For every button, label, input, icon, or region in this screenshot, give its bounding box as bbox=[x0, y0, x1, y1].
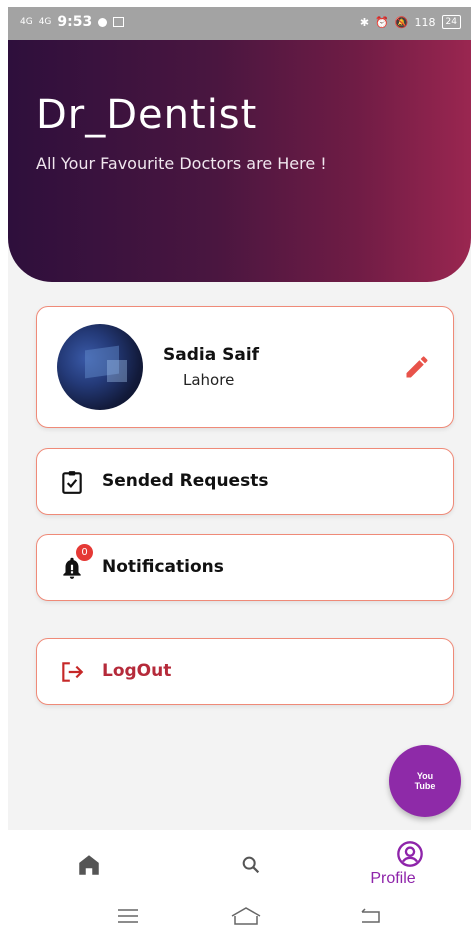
logout-button[interactable]: LogOut bbox=[36, 638, 454, 705]
notifications-button[interactable]: 0 Notifications bbox=[36, 534, 454, 601]
edit-profile-button[interactable] bbox=[403, 353, 431, 381]
home-system-button[interactable] bbox=[226, 904, 266, 928]
profile-card[interactable]: Sadia Saif Lahore bbox=[36, 306, 454, 428]
nav-home[interactable] bbox=[8, 830, 162, 898]
header-banner: Dr_Dentist All Your Favourite Doctors ar… bbox=[8, 40, 471, 282]
logout-icon bbox=[62, 662, 84, 682]
app-title: Dr_Dentist bbox=[36, 92, 258, 138]
battery-level: 24 bbox=[445, 17, 457, 27]
youtube-icon-line2: Tube bbox=[414, 781, 436, 791]
back-icon bbox=[361, 908, 380, 923]
notification-count-badge: 0 bbox=[76, 544, 93, 561]
logout-label: LogOut bbox=[102, 661, 172, 681]
bluetooth-icon: ✱ bbox=[359, 15, 370, 29]
nav-profile[interactable]: Profile bbox=[316, 830, 470, 898]
back-button[interactable] bbox=[350, 904, 390, 928]
youtube-fab-button[interactable]: You Tube bbox=[389, 745, 461, 817]
profile-city: Lahore bbox=[183, 371, 235, 389]
navigation-status-icon bbox=[98, 17, 108, 27]
nav-search[interactable] bbox=[162, 830, 316, 898]
status-left: 4G 4G 9:53 bbox=[20, 14, 125, 30]
bottom-navigation: Profile bbox=[8, 830, 471, 898]
status-bar: 4G 4G 9:53 ✱ ⏰ 🔕 118 24 bbox=[8, 7, 471, 40]
search-icon bbox=[242, 856, 260, 874]
nav-profile-label: Profile bbox=[370, 870, 416, 887]
sended-requests-button[interactable]: Sended Requests bbox=[36, 448, 454, 515]
system-navigation-bar bbox=[8, 898, 471, 935]
status-right: ✱ ⏰ 🔕 118 24 bbox=[360, 15, 461, 29]
avatar bbox=[57, 324, 143, 410]
alarm-icon: ⏰ bbox=[375, 15, 389, 29]
signal-1: 4G bbox=[20, 16, 33, 27]
app-screen: 4G 4G 9:53 ✱ ⏰ 🔕 118 24 Dr_Dentist All Y… bbox=[8, 7, 471, 935]
sended-requests-label: Sended Requests bbox=[102, 471, 269, 491]
status-time: 9:53 bbox=[57, 14, 93, 30]
signal-2: 4G bbox=[38, 16, 52, 27]
avatar-detail-2 bbox=[107, 360, 127, 382]
notification-status-icon bbox=[113, 17, 125, 27]
app-subtitle: All Your Favourite Doctors are Here ! bbox=[36, 154, 327, 173]
notifications-label: Notifications bbox=[102, 557, 224, 577]
account-circle-icon bbox=[397, 841, 423, 867]
network-speed: 118 bbox=[414, 15, 436, 29]
battery-icon: 24 bbox=[441, 15, 461, 29]
home-icon bbox=[79, 855, 99, 875]
youtube-icon-line1: You bbox=[416, 771, 434, 781]
pencil-icon bbox=[406, 356, 428, 378]
profile-name: Sadia Saif bbox=[163, 345, 260, 365]
clipboard-check-icon bbox=[62, 471, 82, 494]
menu-button[interactable] bbox=[108, 904, 148, 928]
mute-icon: 🔕 bbox=[394, 15, 409, 29]
home-outline-icon bbox=[231, 907, 261, 925]
menu-icon bbox=[118, 909, 138, 923]
